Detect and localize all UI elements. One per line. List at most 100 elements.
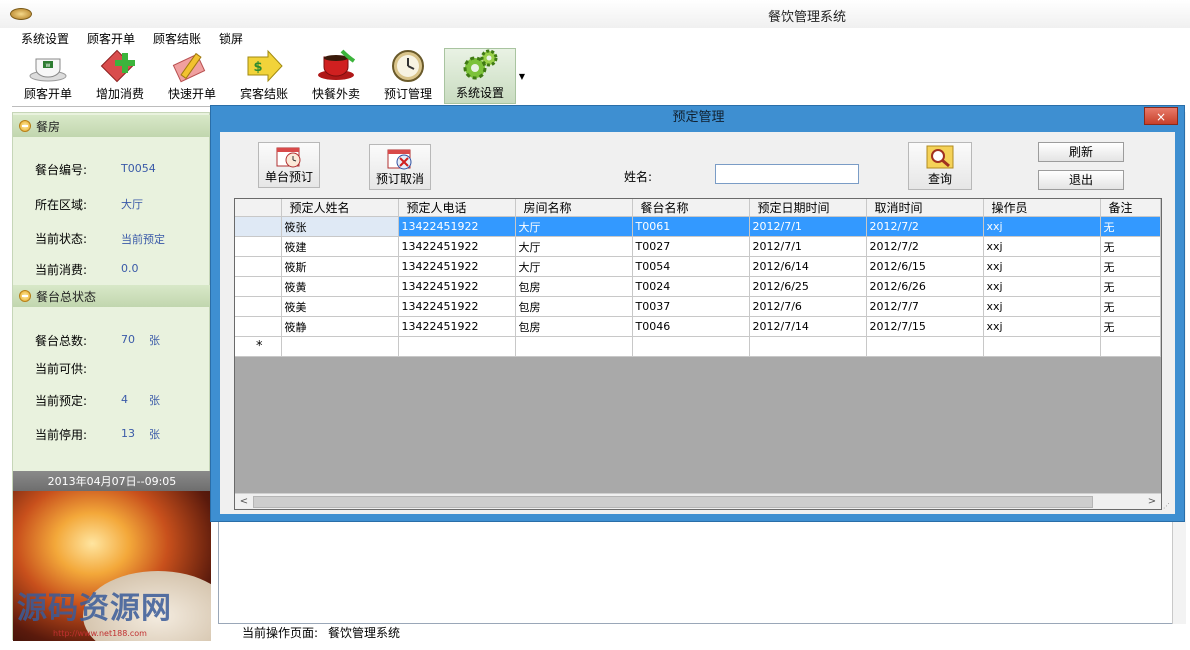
new-row-marker[interactable]: *	[235, 336, 282, 357]
toolbar-system-settings-button[interactable]: 系统设置	[444, 48, 516, 104]
table-cell[interactable]: 2012/6/15	[866, 256, 984, 277]
table-row[interactable]: 筱张 13422451922 大厅 T0061 2012/7/1 2012/7/…	[235, 216, 1161, 237]
table-cell[interactable]: xxj	[983, 256, 1101, 277]
menu-open-order[interactable]: 顾客开单	[78, 28, 144, 48]
table-cell[interactable]: T0046	[632, 316, 750, 337]
dialog-close-button[interactable]: ×	[1144, 107, 1178, 125]
table-cell[interactable]: 无	[1100, 216, 1161, 237]
table-cell[interactable]: T0027	[632, 236, 750, 257]
collapse-icon[interactable]	[19, 290, 31, 302]
row-header[interactable]	[235, 296, 282, 317]
table-cell[interactable]: 大厅	[515, 216, 633, 237]
table-cell[interactable]: T0024	[632, 276, 750, 297]
table-cell[interactable]	[983, 336, 1101, 357]
row-header[interactable]	[235, 216, 282, 237]
table-cell[interactable]: 大厅	[515, 256, 633, 277]
toolbar-guest-checkout-button[interactable]: $ 宾客结账	[228, 48, 300, 104]
menu-lock-screen[interactable]: 锁屏	[210, 28, 252, 48]
table-cell[interactable]: T0061	[632, 216, 750, 237]
exit-button[interactable]: 退出	[1038, 170, 1124, 190]
menu-system-settings[interactable]: 系统设置	[12, 28, 78, 48]
table-cell[interactable]: 筱建	[281, 236, 399, 257]
table-cell[interactable]	[866, 336, 984, 357]
table-cell[interactable]	[281, 336, 399, 357]
menu-checkout[interactable]: 顾客结账	[144, 28, 210, 48]
table-cell[interactable]	[1100, 336, 1161, 357]
table-cell[interactable]: xxj	[983, 216, 1101, 237]
table-cell[interactable]: 2012/7/7	[866, 296, 984, 317]
table-cell[interactable]: 筱美	[281, 296, 399, 317]
table-cell[interactable]	[398, 336, 516, 357]
table-cell[interactable]: 筱斯	[281, 256, 399, 277]
toolbar-takeout-button[interactable]: 快餐外卖	[300, 48, 372, 104]
column-header[interactable]: 备注	[1100, 199, 1161, 217]
column-header[interactable]: 预定人姓名	[281, 199, 399, 217]
toolbar-booking-management-button[interactable]: 预订管理	[372, 48, 444, 104]
table-cell[interactable]: 包房	[515, 296, 633, 317]
table-cell[interactable]: 2012/7/1	[749, 216, 867, 237]
table-cell[interactable]: 13422451922	[398, 316, 516, 337]
table-cell[interactable]: 无	[1100, 236, 1161, 257]
table-cell[interactable]: 2012/7/2	[866, 236, 984, 257]
table-row[interactable]: 筱建 13422451922 大厅 T0027 2012/7/1 2012/7/…	[235, 236, 1161, 257]
table-cell[interactable]: 13422451922	[398, 256, 516, 277]
row-header[interactable]	[235, 316, 282, 337]
table-cell[interactable]: 13422451922	[398, 236, 516, 257]
table-cell[interactable]: 包房	[515, 276, 633, 297]
column-header[interactable]: 餐台名称	[632, 199, 750, 217]
table-cell[interactable]: 无	[1100, 256, 1161, 277]
table-cell[interactable]: 2012/7/2	[866, 216, 984, 237]
table-cell[interactable]	[749, 336, 867, 357]
table-cell[interactable]: 2012/6/14	[749, 256, 867, 277]
collapse-icon[interactable]	[19, 120, 31, 132]
cancel-booking-button[interactable]: 预订取消	[369, 144, 431, 190]
table-cell[interactable]: xxj	[983, 316, 1101, 337]
table-cell[interactable]: 2012/6/26	[866, 276, 984, 297]
table-cell[interactable]: 2012/6/25	[749, 276, 867, 297]
table-cell[interactable]: 无	[1100, 276, 1161, 297]
table-cell[interactable]: 筱静	[281, 316, 399, 337]
query-button[interactable]: 查询	[908, 142, 972, 190]
resize-grip-icon[interactable]: ⋰	[1163, 502, 1173, 512]
name-search-input[interactable]	[715, 164, 859, 184]
column-header[interactable]: 取消时间	[866, 199, 984, 217]
table-cell[interactable]: 大厅	[515, 236, 633, 257]
new-table-row[interactable]: *	[235, 336, 1161, 357]
table-cell[interactable]: 无	[1100, 316, 1161, 337]
table-cell[interactable]: 2012/7/1	[749, 236, 867, 257]
column-header[interactable]: 预定日期时间	[749, 199, 867, 217]
table-row[interactable]: 筱美 13422451922 包房 T0037 2012/7/6 2012/7/…	[235, 296, 1161, 317]
table-cell[interactable]: 筱黄	[281, 276, 399, 297]
table-cell[interactable]	[632, 336, 750, 357]
table-row[interactable]: 筱斯 13422451922 大厅 T0054 2012/6/14 2012/6…	[235, 256, 1161, 277]
scrollbar-thumb[interactable]	[253, 496, 1093, 508]
column-header[interactable]: 预定人电话	[398, 199, 516, 217]
table-cell[interactable]: 筱张	[281, 216, 399, 237]
row-header[interactable]	[235, 276, 282, 297]
column-header[interactable]: 房间名称	[515, 199, 633, 217]
row-header[interactable]	[235, 236, 282, 257]
table-cell[interactable]: 13422451922	[398, 216, 516, 237]
scroll-left-arrow-icon[interactable]: <	[236, 495, 252, 509]
toolbar-add-consumption-button[interactable]: 增加消费	[84, 48, 156, 104]
table-cell[interactable]: xxj	[983, 236, 1101, 257]
single-booking-button[interactable]: 单台预订	[258, 142, 320, 188]
table-cell[interactable]: 13422451922	[398, 296, 516, 317]
table-cell[interactable]: xxj	[983, 276, 1101, 297]
row-header[interactable]	[235, 256, 282, 277]
table-row[interactable]: 筱黄 13422451922 包房 T0024 2012/6/25 2012/6…	[235, 276, 1161, 297]
table-row[interactable]: 筱静 13422451922 包房 T0046 2012/7/14 2012/7…	[235, 316, 1161, 337]
table-cell[interactable]: T0054	[632, 256, 750, 277]
table-cell[interactable]: 2012/7/6	[749, 296, 867, 317]
table-cell[interactable]: 13422451922	[398, 276, 516, 297]
table-cell[interactable]: xxj	[983, 296, 1101, 317]
toolbar-quick-order-button[interactable]: 快速开单	[156, 48, 228, 104]
table-cell[interactable]	[515, 336, 633, 357]
table-cell[interactable]: 无	[1100, 296, 1161, 317]
refresh-button[interactable]: 刷新	[1038, 142, 1124, 162]
table-cell[interactable]: 包房	[515, 316, 633, 337]
column-header[interactable]: 操作员	[983, 199, 1101, 217]
toolbar-overflow-arrow-icon[interactable]: ▼	[516, 48, 528, 104]
toolbar-open-order-button[interactable]: w 顾客开单	[12, 48, 84, 104]
horizontal-scrollbar[interactable]: < >	[235, 493, 1161, 509]
